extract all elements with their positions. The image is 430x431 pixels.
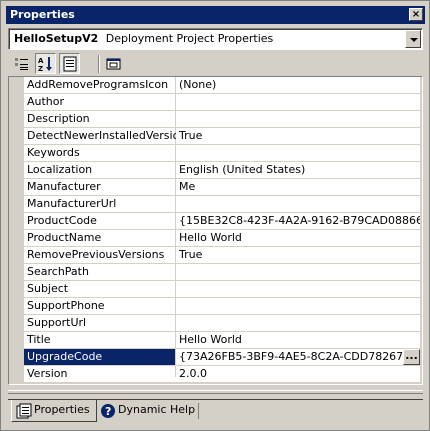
categorized-button[interactable]	[11, 53, 32, 74]
tab-dynamic-help[interactable]: ? Dynamic Help	[96, 400, 201, 422]
property-value[interactable]	[176, 281, 420, 298]
property-pages-icon	[106, 58, 121, 70]
property-name[interactable]: Description	[24, 111, 176, 128]
svg-text:A: A	[38, 57, 44, 65]
property-name[interactable]: Subject	[24, 281, 176, 298]
property-value[interactable]	[176, 196, 420, 213]
property-row[interactable]: Manufacturer Me	[24, 179, 420, 196]
property-grid: AddRemoveProgramsIcon (None) Author Descrip…	[8, 76, 423, 385]
property-row[interactable]: Keywords	[24, 145, 420, 162]
property-row[interactable]: ProductCode {15BE32C8-423F-4A2A-9162-B79C…	[24, 213, 420, 230]
property-value[interactable]: {15BE32C8-423F-4A2A-9162-B79CAD08866D}	[176, 213, 420, 230]
property-row[interactable]: RemovePreviousVersions True	[24, 247, 420, 264]
property-value[interactable]	[176, 298, 420, 315]
property-row[interactable]: ManufacturerUrl	[24, 196, 420, 213]
object-type: Deployment Project Properties	[105, 32, 274, 45]
property-value[interactable]: True	[176, 128, 420, 145]
property-value[interactable]	[176, 315, 420, 332]
close-icon: ×	[411, 9, 421, 20]
property-value[interactable]	[176, 111, 420, 128]
property-name[interactable]: SupportPhone	[24, 298, 176, 315]
property-value[interactable]: {73A26FB5-3BF9-4AE5-8C2A-CDD78267E5D3}..…	[176, 349, 420, 366]
property-value[interactable]: True	[176, 247, 420, 264]
property-value[interactable]: Me	[176, 179, 420, 196]
close-button[interactable]: ×	[409, 8, 423, 21]
property-row[interactable]: SearchPath	[24, 264, 420, 281]
property-value-text: True	[179, 248, 203, 261]
bottom-tab-strip: Properties ? Dynamic Help	[8, 399, 423, 425]
tab-properties[interactable]: Properties	[11, 400, 97, 422]
property-name[interactable]: ProductName	[24, 230, 176, 247]
description-splitter[interactable]	[8, 390, 423, 394]
property-value-text: True	[179, 129, 203, 142]
property-name[interactable]: UpgradeCode	[24, 349, 176, 366]
property-value-text: Hello World	[179, 333, 242, 346]
property-name[interactable]: SearchPath	[24, 264, 176, 281]
tab-dynamic-help-label: Dynamic Help	[118, 403, 196, 416]
property-value-text: (None)	[179, 78, 217, 91]
property-value[interactable]: Hello World	[176, 332, 420, 349]
property-value[interactable]: English (United States)	[176, 162, 420, 179]
grid-empty-area	[24, 377, 420, 382]
window-title: Properties	[10, 8, 75, 21]
title-bar[interactable]: Properties ×	[6, 6, 425, 24]
property-value-text: Hello World	[179, 231, 242, 244]
property-row[interactable]: Localization English (United States)	[24, 162, 420, 179]
property-row[interactable]: SupportPhone	[24, 298, 420, 315]
property-value[interactable]: Hello World	[176, 230, 420, 247]
property-value[interactable]: (None)	[176, 77, 420, 94]
help-icon: ?	[101, 404, 115, 418]
properties-toolbar: A Z	[8, 53, 423, 75]
property-value-text: Me	[179, 180, 196, 193]
property-name[interactable]: Keywords	[24, 145, 176, 162]
properties-tab-icon	[16, 403, 32, 419]
property-row[interactable]: SupportUrl	[24, 315, 420, 332]
property-row[interactable]: Author	[24, 94, 420, 111]
property-pages-button[interactable]	[103, 53, 124, 74]
property-name[interactable]: AddRemoveProgramsIcon	[24, 77, 176, 94]
property-value[interactable]	[176, 145, 420, 162]
properties-window: Properties × HelloSetupV2 Deployment Pro…	[0, 0, 430, 431]
property-value-text: English (United States)	[179, 163, 306, 176]
svg-text:Z: Z	[38, 65, 43, 72]
object-selector-dropdown[interactable]: HelloSetupV2 Deployment Project Properti…	[8, 28, 423, 50]
alphabetical-button[interactable]: A Z	[35, 53, 56, 74]
property-name[interactable]: RemovePreviousVersions	[24, 247, 176, 264]
properties-icon	[63, 56, 77, 72]
property-row[interactable]: UpgradeCode {73A26FB5-3BF9-4AE5-8C2A-CDD7…	[24, 349, 420, 366]
properties-button[interactable]	[59, 53, 80, 74]
property-name[interactable]: DetectNewerInstalledVersion	[24, 128, 186, 145]
property-name[interactable]: ManufacturerUrl	[24, 196, 176, 213]
property-name[interactable]: ProductCode	[24, 213, 176, 230]
property-row[interactable]: Description	[24, 111, 420, 128]
property-row[interactable]: Title Hello World	[24, 332, 420, 349]
property-row[interactable]: ProductName Hello World	[24, 230, 420, 247]
property-name[interactable]: SupportUrl	[24, 315, 176, 332]
tab-properties-label: Properties	[34, 403, 90, 416]
ellipsis-button[interactable]: ...	[403, 349, 420, 365]
chevron-down-icon[interactable]	[405, 30, 421, 48]
property-name[interactable]: Manufacturer	[24, 179, 176, 196]
toolbar-separator	[98, 55, 100, 73]
property-value[interactable]	[176, 94, 420, 111]
property-value[interactable]	[176, 264, 420, 281]
property-name[interactable]: Author	[24, 94, 176, 111]
property-row[interactable]: DetectNewerInstalledVersion True	[24, 128, 420, 145]
categorized-icon	[15, 58, 28, 70]
property-value-text: {15BE32C8-423F-4A2A-9162-B79CAD08866D}	[179, 214, 420, 227]
property-row[interactable]: AddRemoveProgramsIcon (None)	[24, 77, 420, 94]
property-name[interactable]: Localization	[24, 162, 176, 179]
property-row[interactable]: Subject	[24, 281, 420, 298]
property-name[interactable]: Title	[24, 332, 176, 349]
alphabetical-icon: A Z	[38, 57, 52, 72]
svg-text:?: ?	[105, 405, 111, 418]
object-name: HelloSetupV2	[14, 32, 99, 45]
property-value-text: {73A26FB5-3BF9-4AE5-8C2A-CDD78267E5D3}	[179, 350, 420, 363]
tab-divider	[198, 403, 199, 419]
